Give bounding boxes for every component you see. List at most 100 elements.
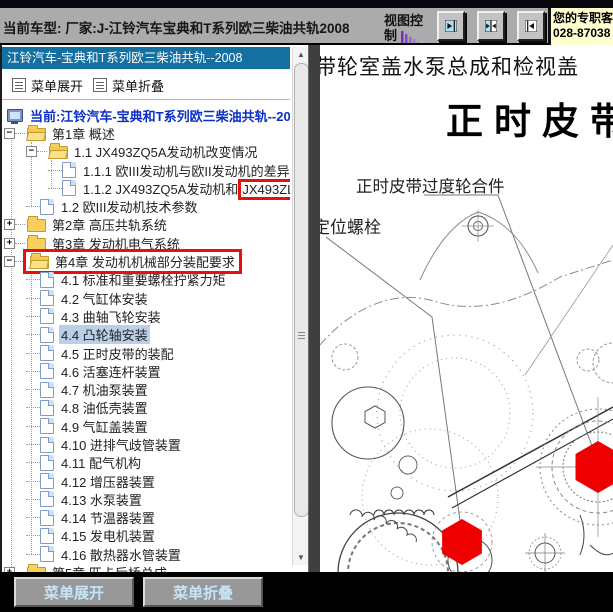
tree-connector — [26, 517, 40, 519]
window-top-strip — [0, 0, 613, 8]
tree-connector — [26, 334, 40, 336]
expander-minus-icon[interactable]: − — [4, 256, 15, 268]
tree-connector — [37, 151, 47, 153]
view-expand-right-button[interactable] — [437, 11, 465, 41]
tree-item[interactable]: 4.1 标准和重要螺栓拧紧力矩 — [2, 271, 290, 289]
tree-item[interactable]: 4.7 机油泵装置 — [2, 380, 290, 398]
tree-connector — [26, 352, 40, 354]
tree-item-label: 4.1 标准和重要螺栓拧紧力矩 — [61, 273, 226, 289]
document-pane: 带轮室盖水泵总成和检视盖 正时皮带 正时皮带过度轮合件 定位螺栓 — [320, 45, 613, 572]
doc-icon — [40, 473, 54, 490]
tree-item[interactable]: 1.1.1 欧III发动机与欧II发动机的差异 — [2, 161, 290, 179]
tree-item[interactable]: +第5章 匹卡后桥总成 — [2, 563, 290, 572]
tree-connector — [26, 425, 40, 427]
tree-connector — [26, 480, 40, 482]
tree-connector — [15, 224, 25, 226]
tree-item[interactable]: 1.1.2 JX493ZQ5A发动机和JX493ZLQ3发 — [2, 178, 290, 200]
expander-minus-icon[interactable]: − — [26, 146, 37, 158]
tree-item-label: 第4章 发动机机械部分装配要求 — [55, 255, 235, 271]
tree-item-label: 1.1.2 JX493ZQ5A发动机和JX493ZLQ3发 — [81, 178, 290, 200]
tree-item[interactable]: − 1.1 JX493ZQ5A发动机改变情况 — [2, 143, 290, 161]
tree-connector — [26, 297, 40, 299]
tree-item-label: 4.14 节温器装置 — [61, 511, 155, 527]
tree-item[interactable]: 4.14 节温器装置 — [2, 509, 290, 527]
tree-connector — [48, 169, 62, 171]
doc-icon — [40, 546, 54, 563]
tree-item[interactable]: 4.9 气缸盖装置 — [2, 417, 290, 435]
panel-splitter[interactable] — [308, 45, 320, 572]
tree-item-label: 4.7 机油泵装置 — [61, 383, 148, 399]
app-window: 当前车型: 厂家:J-江铃汽车宝典和T系列欧三柴油共轨2008 视图控制 您的专… — [0, 0, 613, 612]
tree-item-label: 4.6 活塞连杆装置 — [61, 364, 161, 380]
tree-item[interactable]: 4.13 水泵装置 — [2, 490, 290, 508]
tree: 当前:江铃汽车-宝典和T系列欧三柴油共轨--2008 − 第1章 概述 − 1.1 JX… — [2, 106, 290, 572]
menu-list-icon — [93, 78, 108, 92]
service-contact-phone: 028-87038 — [553, 26, 611, 40]
sidebar-scrollbar[interactable]: ▲ ▼ — [292, 47, 308, 565]
tree-item[interactable]: − 第1章 概述 — [2, 124, 290, 142]
tree-item[interactable]: 当前:江铃汽车-宝典和T系列欧三柴油共轨--2008 — [2, 106, 290, 124]
tree-item-label: 4.4 凸轮轴安装 — [59, 325, 150, 345]
tree-connector — [26, 498, 40, 500]
red-hex-marker-right — [575, 441, 613, 493]
tree-item-label: 第5章 匹卡后桥总成 — [50, 563, 169, 572]
doc-icon — [40, 418, 54, 435]
tree-item-label: 4.2 气缸体安装 — [61, 291, 148, 307]
tree-item[interactable]: 4.10 进排气歧管装置 — [2, 435, 290, 453]
tree-item[interactable]: 4.11 配气机构 — [2, 454, 290, 472]
tree-item-label: 4.3 曲轴飞轮安装 — [61, 309, 161, 325]
doc-icon — [62, 162, 76, 179]
tree-item[interactable]: − 第4章 发动机机械部分装配要求 — [2, 249, 290, 275]
tree-item[interactable]: + 第2章 高压共轨系统 — [2, 216, 290, 234]
tree-connector — [15, 242, 25, 244]
doc-icon — [40, 381, 54, 398]
tree-item-label: 第1章 概述 — [52, 126, 115, 142]
menu-expand-bottom-button[interactable]: 菜单展开 — [14, 577, 134, 607]
computer-icon — [7, 108, 23, 124]
tree-item[interactable]: 4.8 油低壳装置 — [2, 399, 290, 417]
tree-item[interactable]: 1.2 欧III发动机技术参数 — [2, 197, 290, 215]
menu-collapse-button[interactable]: 菜单折叠 — [93, 76, 164, 95]
expander-plus-icon[interactable]: + — [4, 219, 15, 231]
doc-icon — [40, 491, 54, 508]
tree-item[interactable]: 4.6 活塞连杆装置 — [2, 362, 290, 380]
bottom-toolbar: 菜单展开 菜单折叠 — [0, 572, 613, 612]
tree-item[interactable]: 4.5 正时皮带的装配 — [2, 344, 290, 362]
tree-item-label: 4.11 配气机构 — [61, 456, 141, 472]
tree-item-label: 第2章 高压共轨系统 — [52, 218, 167, 234]
tree-connector — [26, 370, 40, 372]
tree-item[interactable]: 4.2 气缸体安装 — [2, 289, 290, 307]
tree-item[interactable]: 4.3 曲轴飞轮安装 — [2, 307, 290, 325]
menu-collapse-bottom-button[interactable]: 菜单折叠 — [143, 577, 263, 607]
expander-plus-icon[interactable]: + — [4, 237, 15, 249]
tree-item[interactable]: 4.15 发电机装置 — [2, 527, 290, 545]
tree-item-label: 1.1 JX493ZQ5A发动机改变情况 — [74, 145, 258, 161]
scrollbar-grip-icon — [298, 332, 305, 333]
doc-icon — [40, 509, 54, 526]
scrollbar-thumb[interactable] — [294, 63, 308, 517]
tree-item[interactable]: 4.16 散热器水管装置 — [2, 545, 290, 563]
tree-connector — [26, 535, 40, 537]
doc-icon — [62, 180, 76, 197]
tree-item[interactable]: 4.4 凸轮轴安装 — [2, 325, 290, 345]
doc-icon — [40, 527, 54, 544]
folder-closed-icon — [27, 216, 46, 233]
scroll-up-icon[interactable]: ▲ — [293, 47, 308, 62]
leader-line-idler — [424, 194, 599, 463]
view-split-button[interactable] — [477, 11, 505, 41]
folder-open-icon — [49, 143, 68, 160]
doc-icon — [40, 271, 54, 288]
expander-minus-icon[interactable]: − — [4, 127, 15, 139]
doc-icon — [40, 399, 54, 416]
tree-item-label: 4.13 水泵装置 — [61, 492, 142, 508]
panel-split-icon — [485, 20, 497, 32]
doc-icon — [40, 454, 54, 471]
scroll-down-icon[interactable]: ▼ — [293, 550, 308, 565]
menu-expand-button[interactable]: 菜单展开 — [12, 76, 83, 95]
signal-bars-icon — [401, 31, 423, 43]
tree-connector — [26, 315, 40, 317]
tree-item[interactable]: 4.12 增压器装置 — [2, 472, 290, 490]
tree-connector — [26, 553, 40, 555]
folder-open-icon — [30, 253, 49, 270]
view-expand-left-button[interactable] — [517, 11, 545, 41]
